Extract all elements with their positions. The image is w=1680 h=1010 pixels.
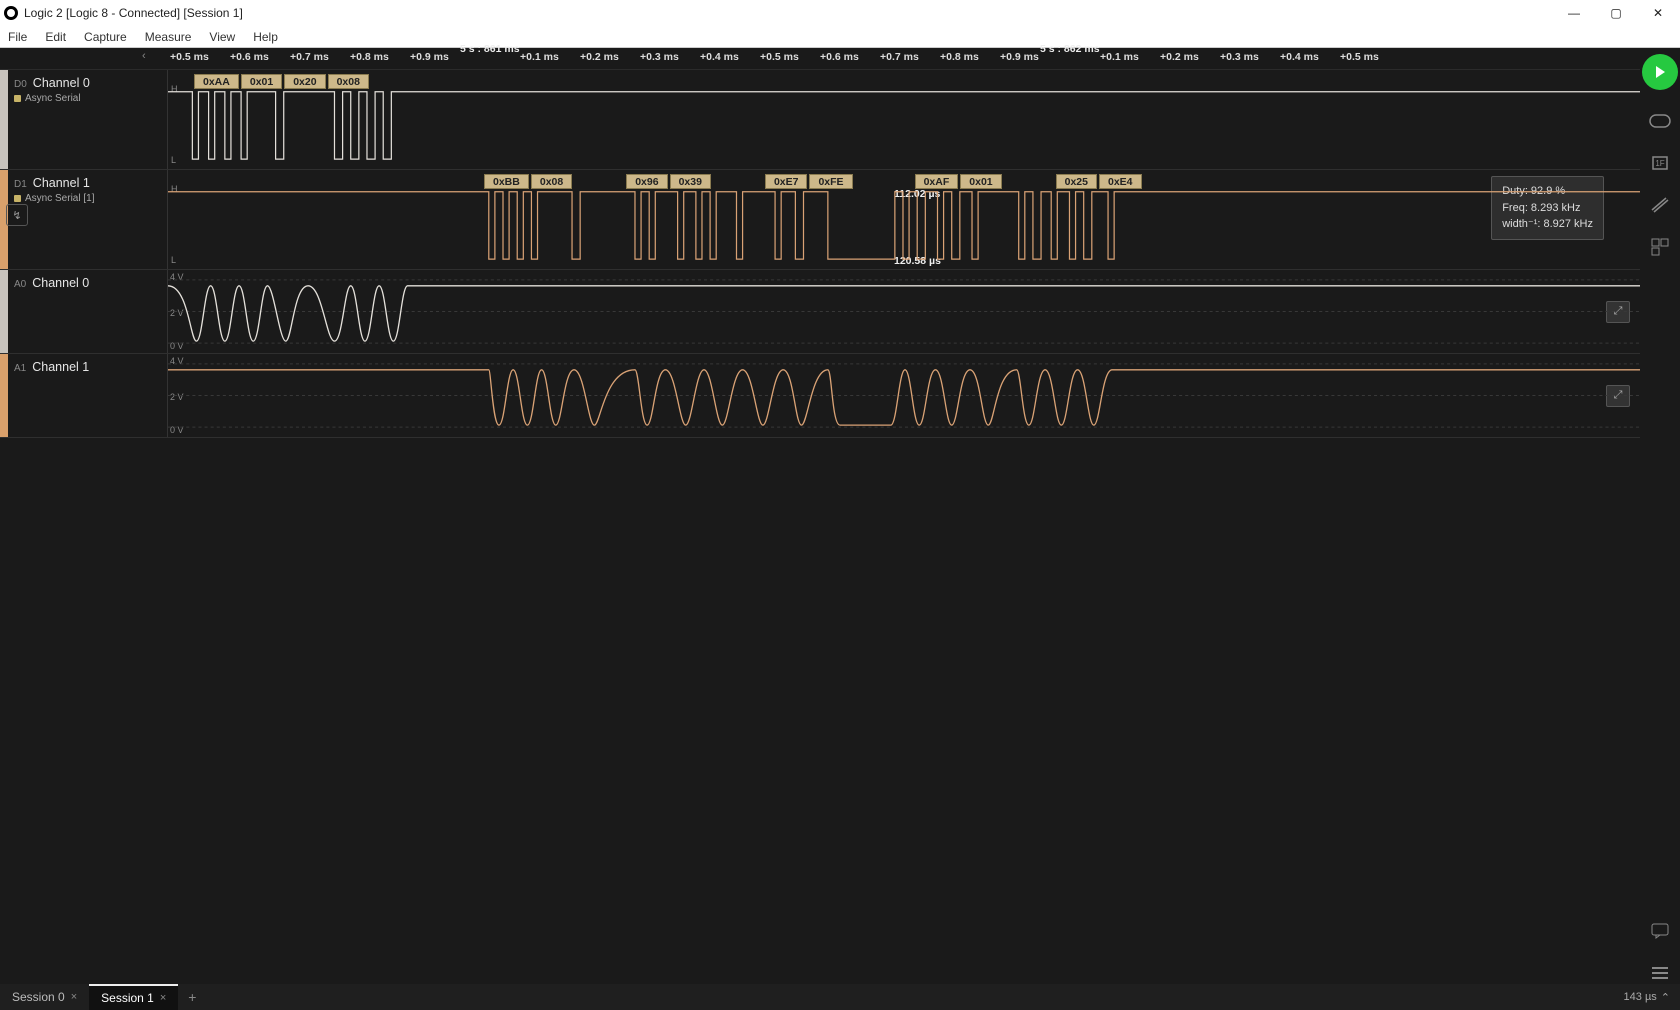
close-tab-icon[interactable]: × <box>160 992 166 1004</box>
timeline-tick: +0.7 ms <box>880 51 919 63</box>
session-tabbar: Session 0× Session 1× + 143 µs⌃ <box>0 984 1680 1010</box>
timeline-tick: +0.3 ms <box>640 51 679 63</box>
session-tab-0[interactable]: Session 0× <box>0 984 89 1010</box>
channel-label-d1[interactable]: D1 Channel 1 Async Serial [1] ↯ <box>8 170 168 269</box>
timeline-tick: +0.5 ms <box>1340 51 1379 63</box>
svg-text:1F: 1F <box>1655 159 1664 168</box>
settings-menu-icon[interactable] <box>1648 962 1672 984</box>
analyzers-panel-icon[interactable]: 1F <box>1648 152 1672 174</box>
timeline-tick: +0.4 ms <box>700 51 739 63</box>
feedback-icon[interactable] <box>1648 920 1672 942</box>
channel-label-a0[interactable]: A0 Channel 0 <box>8 270 168 353</box>
timeline-tick: +0.6 ms <box>820 51 859 63</box>
side-toolbar: 1F <box>1640 48 1680 984</box>
channel-row-d0: D0 Channel 0 Async Serial H L 0xAA0x010x… <box>0 70 1640 170</box>
measure-panel-icon[interactable] <box>1648 194 1672 216</box>
menu-capture[interactable]: Capture <box>84 30 127 44</box>
extensions-panel-icon[interactable] <box>1648 236 1672 258</box>
status-scale[interactable]: 143 µs⌃ <box>1624 991 1680 1004</box>
channel-color-d0 <box>0 70 8 169</box>
analyzer-dot-icon <box>14 95 21 102</box>
window-minimize-button[interactable]: — <box>1566 6 1582 20</box>
window-maximize-button[interactable]: ▢ <box>1608 6 1624 20</box>
channel-color-a1 <box>0 354 8 437</box>
timeline-nav-left-icon[interactable]: ‹ <box>142 50 146 62</box>
close-tab-icon[interactable]: × <box>71 991 77 1003</box>
timeline-tick: +0.9 ms <box>1000 51 1039 63</box>
channel-label-a1[interactable]: A1 Channel 1 <box>8 354 168 437</box>
channel-wave-d0[interactable]: H L 0xAA0x010x200x08 <box>168 70 1640 169</box>
window-title: Logic 2 [Logic 8 - Connected] [Session 1… <box>24 6 243 20</box>
add-session-button[interactable]: + <box>178 989 206 1005</box>
timeline-tick: +0.7 ms <box>290 51 329 63</box>
start-capture-button[interactable] <box>1642 54 1678 90</box>
menu-help[interactable]: Help <box>253 30 278 44</box>
channel-label-d0[interactable]: D0 Channel 0 Async Serial <box>8 70 168 169</box>
menu-edit[interactable]: Edit <box>45 30 66 44</box>
timeline-tick: +0.2 ms <box>580 51 619 63</box>
timeline-tick: +0.5 ms <box>170 51 209 63</box>
channel-row-a1: A1 Channel 1 4 V 2 V 0 V ⤢ <box>0 354 1640 438</box>
session-tab-1[interactable]: Session 1× <box>89 984 178 1010</box>
timeline-tick: +0.1 ms <box>520 51 559 63</box>
trigger-badge-icon[interactable]: ↯ <box>6 204 28 226</box>
channel-wave-a1[interactable]: 4 V 2 V 0 V ⤢ <box>168 354 1640 437</box>
channel-wave-d1[interactable]: H L 0xBB0x080x960x390xE70xFE0xAF0x010x25… <box>168 170 1640 269</box>
channel-row-d1: D1 Channel 1 Async Serial [1] ↯ H L 0xBB… <box>0 170 1640 270</box>
timeline-tick: +0.2 ms <box>1160 51 1199 63</box>
device-settings-icon[interactable] <box>1648 110 1672 132</box>
timeline-tick: +0.8 ms <box>940 51 979 63</box>
app-logo-icon <box>4 6 18 20</box>
channel-row-a0: A0 Channel 0 4 V 2 V 0 V ⤢ <box>0 270 1640 354</box>
menu-file[interactable]: File <box>8 30 27 44</box>
timeline-major-tick: 5 s : 861 ms <box>460 43 520 55</box>
timeline-tick: +0.8 ms <box>350 51 389 63</box>
timeline-tick: +0.4 ms <box>1280 51 1319 63</box>
timeline-tick: +0.9 ms <box>410 51 449 63</box>
channel-color-a0 <box>0 270 8 353</box>
timeline-tick: +0.3 ms <box>1220 51 1259 63</box>
timeline-major-tick: 5 s : 862 ms <box>1040 43 1100 55</box>
timeline-tick: +0.5 ms <box>760 51 799 63</box>
timeline-tick: +0.6 ms <box>230 51 269 63</box>
timeline-ruler[interactable]: ‹ 5 s : 861 ms5 s : 862 ms+0.5 ms+0.6 ms… <box>0 48 1640 70</box>
chevron-up-icon: ⌃ <box>1661 991 1670 1004</box>
channel-wave-a0[interactable]: 4 V 2 V 0 V ⤢ <box>168 270 1640 353</box>
timeline-tick: +0.1 ms <box>1100 51 1139 63</box>
analyzer-dot-icon <box>14 195 21 202</box>
window-titlebar: Logic 2 [Logic 8 - Connected] [Session 1… <box>0 0 1680 26</box>
menu-bar: File Edit Capture Measure View Help <box>0 26 1680 48</box>
menu-measure[interactable]: Measure <box>145 30 192 44</box>
window-close-button[interactable]: ✕ <box>1650 6 1666 20</box>
menu-view[interactable]: View <box>209 30 235 44</box>
waveform-area[interactable]: D0 Channel 0 Async Serial H L 0xAA0x010x… <box>0 70 1640 984</box>
